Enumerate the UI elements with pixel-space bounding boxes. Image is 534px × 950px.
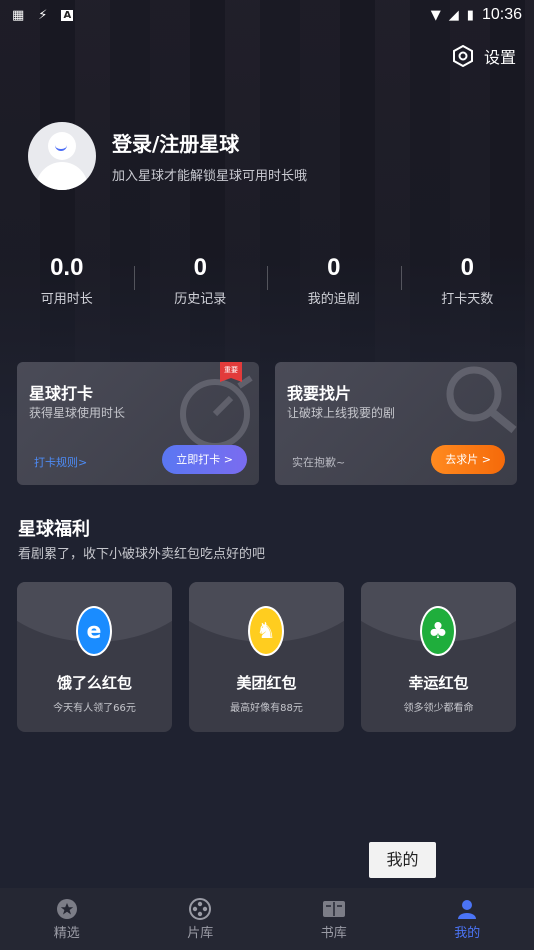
stat-label: 可用时长 [40, 292, 93, 307]
nav-item-mine[interactable]: 我的 [401, 888, 534, 950]
checkin-rules-link[interactable]: 打卡规则> [34, 454, 87, 470]
avatar[interactable] [28, 122, 96, 190]
nav-label: 书库 [320, 926, 347, 941]
signal-icon: ◢ [448, 7, 459, 23]
settings-button[interactable]: 设置 [452, 44, 516, 68]
find-movie-card[interactable]: 我要找片 让破球上线我要的剧 实在抱歉~ 去求片 > [275, 362, 517, 485]
wifi-icon: ▼ [430, 7, 441, 23]
meituan-coupon-card[interactable]: ♞ 美团红包 最高好像有88元 [189, 582, 344, 732]
meituan-kangaroo-icon: ♞ [248, 606, 284, 656]
eleme-logo-icon: e [76, 606, 112, 656]
book-icon [322, 898, 346, 920]
grid-icon: ▦ [12, 7, 25, 23]
stat-value: 0 [460, 254, 474, 281]
stat-label: 我的追剧 [307, 292, 360, 307]
benefit-title: 美团红包 [236, 674, 297, 692]
stat-checkin-days[interactable]: 0 打卡天数 [400, 254, 534, 307]
stat-value: 0.0 [50, 254, 84, 281]
stat-history[interactable]: 0 历史记录 [133, 254, 268, 307]
nav-label: 片库 [187, 926, 214, 941]
profile-title[interactable]: 登录/注册星球 [112, 128, 307, 157]
stat-available-time[interactable]: 0.0 可用时长 [0, 254, 134, 307]
find-subtitle: 让破球上线我要的剧 [287, 406, 396, 420]
find-title: 我要找片 [287, 384, 352, 403]
bottom-nav: 精选 片库 书库 我的 [0, 888, 534, 950]
user-icon [455, 898, 479, 920]
nav-label: 精选 [53, 926, 80, 941]
film-reel-icon [188, 898, 212, 920]
gear-icon [452, 45, 473, 67]
welfare-subtitle: 看剧累了，收下小破球外卖红包吃点好的吧 [18, 547, 266, 562]
settings-label: 设置 [483, 48, 516, 67]
magnifier-icon [446, 366, 517, 434]
status-bar: ▦ ⚡ A ▼ ◢ ▮ 10:36 [0, 0, 534, 30]
status-time: 10:36 [481, 6, 522, 23]
clover-icon: ♣ [420, 606, 456, 656]
profile-subtitle: 加入星球才能解锁星球可用时长哦 [112, 169, 308, 184]
nav-item-library[interactable]: 片库 [134, 888, 268, 950]
nav-item-books[interactable]: 书库 [267, 888, 401, 950]
find-note: 实在抱歉~ [292, 456, 346, 469]
checkin-card[interactable]: 重要 星球打卡 获得星球使用时长 打卡规则> 立即打卡 > [17, 362, 259, 485]
benefit-title: 幸运红包 [408, 674, 469, 692]
stat-value: 0 [327, 254, 341, 281]
benefit-subtitle: 最高好像有88元 [230, 703, 303, 714]
benefit-title: 饿了么红包 [56, 674, 132, 692]
eleme-coupon-card[interactable]: e 饿了么红包 今天有人领了66元 [17, 582, 172, 732]
stat-following[interactable]: 0 我的追剧 [267, 254, 401, 307]
request-movie-button[interactable]: 去求片 > [431, 445, 505, 474]
nav-item-featured[interactable]: 精选 [0, 888, 134, 950]
stats-row: 0.0 可用时长 0 历史记录 0 我的追剧 0 打卡天数 [0, 254, 534, 307]
stat-value: 0 [193, 254, 207, 281]
a-icon: A [61, 9, 74, 21]
lucky-coupon-card[interactable]: ♣ 幸运红包 领多领少都看命 [361, 582, 516, 732]
checkin-subtitle: 获得星球使用时长 [29, 406, 126, 420]
profile-login[interactable]: 登录/注册星球 加入星球才能解锁星球可用时长哦 [28, 122, 307, 190]
battery-icon: ▮ [466, 7, 474, 23]
nav-label: 我的 [454, 926, 481, 941]
stopwatch-icon [180, 375, 253, 449]
stat-label: 打卡天数 [441, 292, 494, 307]
checkin-title: 星球打卡 [29, 384, 94, 403]
star-icon [55, 898, 79, 920]
benefit-subtitle: 领多领少都看命 [403, 703, 474, 714]
bolt-icon: ⚡ [38, 7, 48, 23]
stat-label: 历史记录 [174, 292, 227, 307]
welfare-title: 星球福利 [18, 519, 90, 540]
benefit-subtitle: 今天有人领了66元 [53, 703, 136, 714]
tooltip: 我的 [369, 842, 436, 878]
checkin-button[interactable]: 立即打卡 > [162, 445, 247, 474]
